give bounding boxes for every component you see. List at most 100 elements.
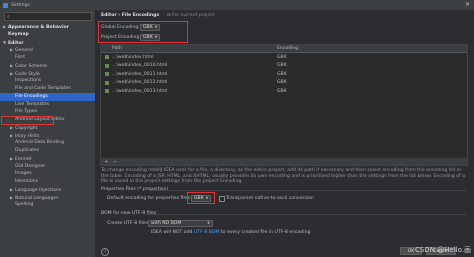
table-row[interactable]: ...\web\index_0012.html GBK bbox=[101, 79, 467, 88]
file-path: ...\web\index_0011.html bbox=[112, 71, 168, 77]
divider bbox=[146, 214, 466, 215]
sidebar-item[interactable]: ▶ Code Style bbox=[0, 70, 95, 78]
sidebar-item-label: File Types bbox=[15, 109, 38, 115]
sidebar-item[interactable]: Keymap bbox=[0, 31, 95, 39]
current-project-hint: ⊟ For current project bbox=[166, 13, 215, 18]
watermark: CSDN @Hello.画 bbox=[414, 246, 471, 254]
sidebar-item[interactable]: Spelling bbox=[0, 201, 95, 209]
sidebar-item-label: General bbox=[15, 48, 34, 54]
sidebar-item-label: Appearance & Behavior bbox=[8, 25, 70, 30]
remove-icon[interactable]: − bbox=[113, 159, 118, 165]
encoding-help-text: To change encoding IntelliJ IDEA uses fo… bbox=[101, 168, 465, 185]
create-utf8-label: Create UTF-8 files: bbox=[107, 221, 150, 226]
sidebar-item[interactable]: File Types bbox=[0, 108, 95, 116]
sidebar-item-label: Duplicates bbox=[15, 148, 40, 153]
sidebar-item[interactable]: Font bbox=[0, 54, 95, 62]
table-toolbar: + − bbox=[100, 158, 468, 166]
sidebar-item[interactable]: File Encodings bbox=[0, 92, 95, 101]
sidebar-item-label: Images bbox=[15, 171, 32, 177]
sidebar-item-label: File Encodings bbox=[15, 93, 48, 99]
sidebar-item-label: Copyright bbox=[15, 125, 38, 131]
sidebar-item-label: Spelling bbox=[15, 202, 34, 208]
sidebar-item[interactable]: ▶ General bbox=[0, 46, 95, 54]
breadcrumb-separator: › bbox=[118, 13, 121, 18]
native-to-ascii-label: Transparent native-to-ascii conversion bbox=[226, 196, 314, 201]
sidebar-item-label: Android Data Binding bbox=[15, 140, 65, 146]
sidebar-item-label: Inspections bbox=[15, 78, 42, 84]
highlight-box-file-encodings bbox=[1, 116, 54, 125]
sidebar-item[interactable]: ▼ Editor bbox=[0, 39, 95, 47]
column-header-encoding[interactable]: Encoding bbox=[277, 46, 298, 51]
sidebar-item[interactable]: Duplicates bbox=[0, 147, 95, 155]
sidebar-item-label: Live Templates bbox=[15, 101, 50, 107]
highlight-box-properties bbox=[187, 192, 215, 204]
search-icon: ⌕ bbox=[7, 13, 10, 20]
close-icon[interactable]: ✕ bbox=[465, 1, 470, 8]
file-encoding[interactable]: GBK bbox=[277, 89, 287, 94]
html-file-icon bbox=[105, 80, 109, 85]
highlight-box-encodings bbox=[98, 21, 188, 43]
window-titlebar: Settings ✕ bbox=[0, 0, 474, 10]
html-file-icon bbox=[105, 63, 109, 68]
sidebar-item[interactable]: Android Data Binding bbox=[0, 139, 95, 147]
create-utf8-select[interactable]: with NO BOM ▼ bbox=[148, 219, 213, 227]
window-title: Settings bbox=[11, 2, 30, 8]
app-icon bbox=[3, 2, 8, 8]
search-input[interactable]: ⌕ bbox=[4, 12, 92, 21]
table-header: Path Encoding bbox=[101, 45, 467, 53]
sidebar-item-label: File and Code Templates bbox=[15, 86, 71, 91]
chevron-down-icon: ▼ bbox=[207, 221, 210, 225]
table-row[interactable]: ...\web\index_0010.html GBK bbox=[101, 62, 467, 71]
sidebar-item-label: GUI Designer bbox=[15, 163, 46, 169]
sidebar-item[interactable]: GUI Designer bbox=[0, 163, 95, 171]
breadcrumb-page: File Encodings bbox=[121, 13, 160, 18]
file-encoding[interactable]: GBK bbox=[277, 80, 287, 85]
sidebar-item[interactable]: ▶ Appearance & Behavior bbox=[0, 23, 95, 31]
breadcrumb-editor[interactable]: Editor bbox=[101, 13, 117, 18]
sidebar-item[interactable]: ▶ Color Scheme bbox=[0, 62, 95, 70]
utf8-bom-link[interactable]: UTF-8 BOM bbox=[194, 230, 220, 235]
table-row[interactable]: ...\web\index_0013.html GBK bbox=[101, 87, 467, 96]
sidebar-item-label: Keymap bbox=[8, 31, 29, 37]
sidebar-item[interactable]: ▶ Natural Languages bbox=[0, 194, 95, 202]
transparent-native-to-ascii-checkbox[interactable] bbox=[219, 196, 225, 202]
sidebar-item-label: Intentions bbox=[15, 179, 38, 184]
html-file-icon bbox=[105, 55, 109, 59]
divider bbox=[151, 190, 466, 191]
column-header-path[interactable]: Path bbox=[112, 46, 122, 51]
sidebar-item-label: Inlay Hints bbox=[15, 133, 40, 139]
help-button[interactable]: ? bbox=[101, 248, 109, 256]
table-row[interactable]: ...\web\index_0011.html GBK bbox=[101, 70, 467, 79]
file-encodings-panel: Editor › File Encodings ⊟ For current pr… bbox=[96, 10, 474, 257]
sidebar-item[interactable]: File and Code Templates bbox=[0, 85, 95, 93]
sidebar-item-label: Color Scheme bbox=[15, 63, 47, 69]
sidebar-item[interactable]: ▶ Emmet bbox=[0, 155, 95, 163]
sidebar-item-label: Editor bbox=[8, 40, 24, 46]
sidebar-item-label: Emmet bbox=[15, 156, 32, 162]
sidebar-item-label: Language Injections bbox=[15, 187, 62, 193]
sidebar-item[interactable]: ▶ Language Injections bbox=[0, 186, 95, 194]
encoding-table: Path Encoding ...\web\index.html GBK ...\w… bbox=[100, 44, 468, 160]
file-path: ...\web\index_0013.html bbox=[112, 88, 168, 94]
sidebar-item-label: Natural Languages bbox=[15, 195, 59, 201]
sidebar-item[interactable]: Inspections bbox=[0, 77, 95, 85]
file-encoding[interactable]: GBK bbox=[277, 63, 287, 68]
file-path: ...\web\index.html bbox=[112, 54, 154, 60]
html-file-icon bbox=[105, 72, 109, 76]
sidebar-item[interactable]: Intentions bbox=[0, 178, 95, 186]
file-encoding[interactable]: GBK bbox=[277, 55, 287, 60]
sidebar-item-label: Font bbox=[15, 55, 26, 60]
html-file-icon bbox=[105, 89, 109, 93]
sidebar-item[interactable]: Images bbox=[0, 170, 95, 178]
settings-sidebar: ⌕ ▶ Appearance & Behavior Keymap ▼ Editor ▶ Ge… bbox=[0, 10, 96, 257]
file-path: ...\web\index_0012.html bbox=[112, 80, 168, 85]
properties-default-label: Default encoding for properties files: bbox=[107, 196, 192, 201]
table-row[interactable]: ...\web\index.html GBK bbox=[101, 53, 467, 62]
add-icon[interactable]: + bbox=[104, 159, 109, 165]
file-encoding[interactable]: GBK bbox=[277, 72, 287, 77]
bom-info-text: IDEA will NOT add UTF-8 BOM to every cre… bbox=[151, 230, 311, 235]
sidebar-item[interactable]: Live Templates bbox=[0, 101, 95, 109]
breadcrumb: Editor › File Encodings ⊟ For current pr… bbox=[101, 13, 215, 18]
file-path: ...\web\index_0010.html bbox=[112, 63, 168, 68]
sidebar-item[interactable]: ▶ Inlay Hints bbox=[0, 132, 95, 140]
